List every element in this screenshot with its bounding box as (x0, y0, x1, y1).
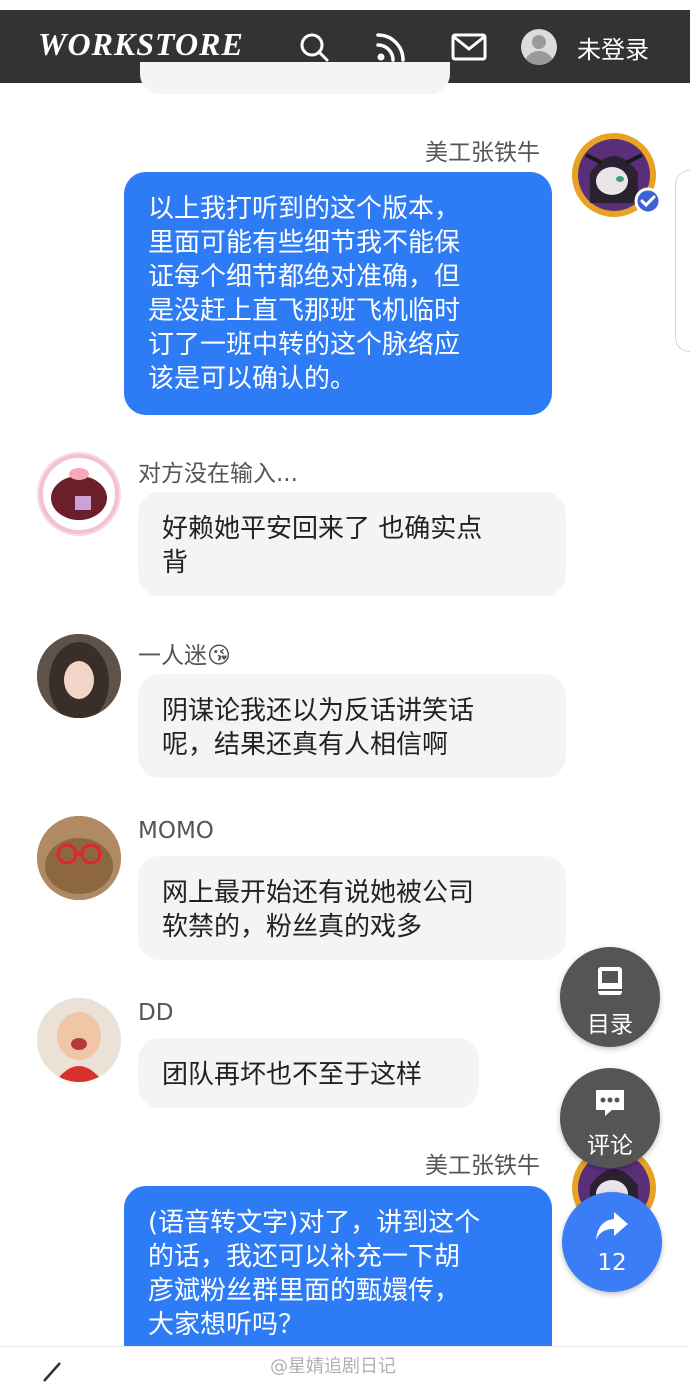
share-count: 12 (597, 1250, 627, 1276)
edit-icon[interactable] (40, 1359, 66, 1383)
previous-message-bubble (140, 62, 450, 94)
sender-avatar[interactable] (37, 816, 121, 900)
message-line: 软禁的，粉丝真的戏多 (162, 912, 423, 942)
sender-name: MOMO (138, 818, 214, 844)
message-line: 是没赶上直飞那班飞机临时 (148, 296, 461, 326)
rss-icon[interactable] (374, 30, 408, 64)
message-bubble: 好赖她平安回来了 也确实点 背 (138, 492, 566, 596)
user-avatar-icon (521, 29, 557, 65)
search-icon[interactable] (297, 30, 331, 64)
watermark: @星婧追剧日记 (270, 1356, 396, 1377)
sender-name: 美工张铁牛 (425, 140, 540, 166)
message-line: 大家想听吗？ (148, 1310, 305, 1340)
message-line: 证每个细节都绝对准确，但 (148, 262, 461, 292)
login-label: 未登录 (577, 35, 649, 64)
mail-icon[interactable] (451, 30, 487, 64)
share-icon (596, 1212, 628, 1240)
message-line: (语音转文字)对了，讲到这个 (148, 1208, 481, 1238)
message-line: 团队再坏也不至于这样 (162, 1060, 423, 1090)
toc-label: 目录 (587, 1012, 633, 1038)
sender-name: 美工张铁牛 (425, 1153, 540, 1179)
login-area[interactable]: 未登录 (521, 28, 649, 66)
comment-button[interactable]: 评论 (560, 1068, 660, 1168)
sender-avatar[interactable] (37, 998, 121, 1082)
toc-button[interactable]: 目录 (560, 947, 660, 1047)
message-bubble: 以上我打听到的这个版本， 里面可能有些细节我不能保 证每个细节都绝对准确，但 是… (124, 172, 552, 415)
message-line: 以上我打听到的这个版本， (148, 194, 461, 224)
site-logo[interactable]: WORKSTORE (38, 26, 244, 63)
message-line: 呢，结果还真有人相信啊 (162, 730, 449, 760)
message-line: 彦斌粉丝群里面的甄嬛传， (148, 1276, 461, 1306)
side-drawer-handle[interactable] (675, 170, 690, 352)
sender-name: 对方没在输入... (138, 461, 298, 487)
message-bubble: 团队再坏也不至于这样 (138, 1038, 479, 1108)
message-line: 里面可能有些细节我不能保 (148, 228, 461, 258)
comment-icon (596, 1090, 624, 1116)
message-bubble: 网上最开始还有说她被公司 软禁的，粉丝真的戏多 (138, 856, 566, 960)
sender-avatar[interactable] (37, 634, 121, 718)
share-button[interactable]: 12 (562, 1192, 662, 1292)
sender-name: 一人迷😘 (138, 643, 231, 669)
message-line: 该是可以确认的。 (148, 364, 357, 394)
message-line: 网上最开始还有说她被公司 (162, 878, 475, 908)
message-line: 阴谋论我还以为反话讲笑话 (162, 696, 475, 726)
book-icon (598, 967, 622, 995)
sender-avatar[interactable] (37, 452, 121, 536)
message-line: 的话，我还可以补充一下胡 (148, 1242, 461, 1272)
message-bubble: (语音转文字)对了，讲到这个 的话，我还可以补充一下胡 彦斌粉丝群里面的甄嬛传，… (124, 1186, 552, 1346)
message-bubble: 阴谋论我还以为反话讲笑话 呢，结果还真有人相信啊 (138, 674, 566, 778)
message-line: 背 (162, 548, 189, 578)
message-line: 订了一班中转的这个脉络应 (148, 330, 461, 360)
message-line: 好赖她平安回来了 也确实点 (162, 514, 483, 544)
comment-label: 评论 (587, 1133, 633, 1159)
verified-badge-icon (634, 187, 662, 215)
sender-name: DD (138, 1000, 174, 1026)
